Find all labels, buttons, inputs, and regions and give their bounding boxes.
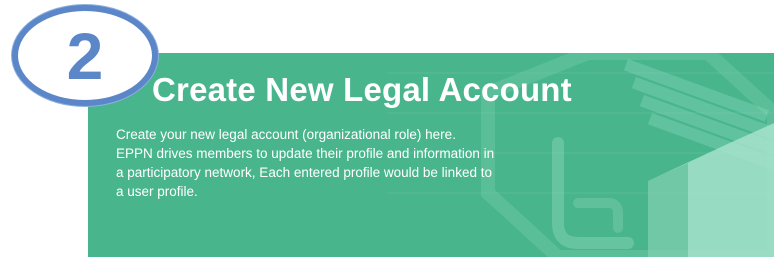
- banner-description: Create your new legal account (organizat…: [116, 127, 495, 199]
- step-badge: 2: [12, 5, 158, 106]
- account-banner: Create New Legal Account Create your new…: [88, 53, 774, 257]
- step-number: 2: [66, 18, 104, 93]
- page: Create New Legal Account Create your new…: [0, 0, 774, 260]
- page-title: Create New Legal Account: [152, 71, 572, 108]
